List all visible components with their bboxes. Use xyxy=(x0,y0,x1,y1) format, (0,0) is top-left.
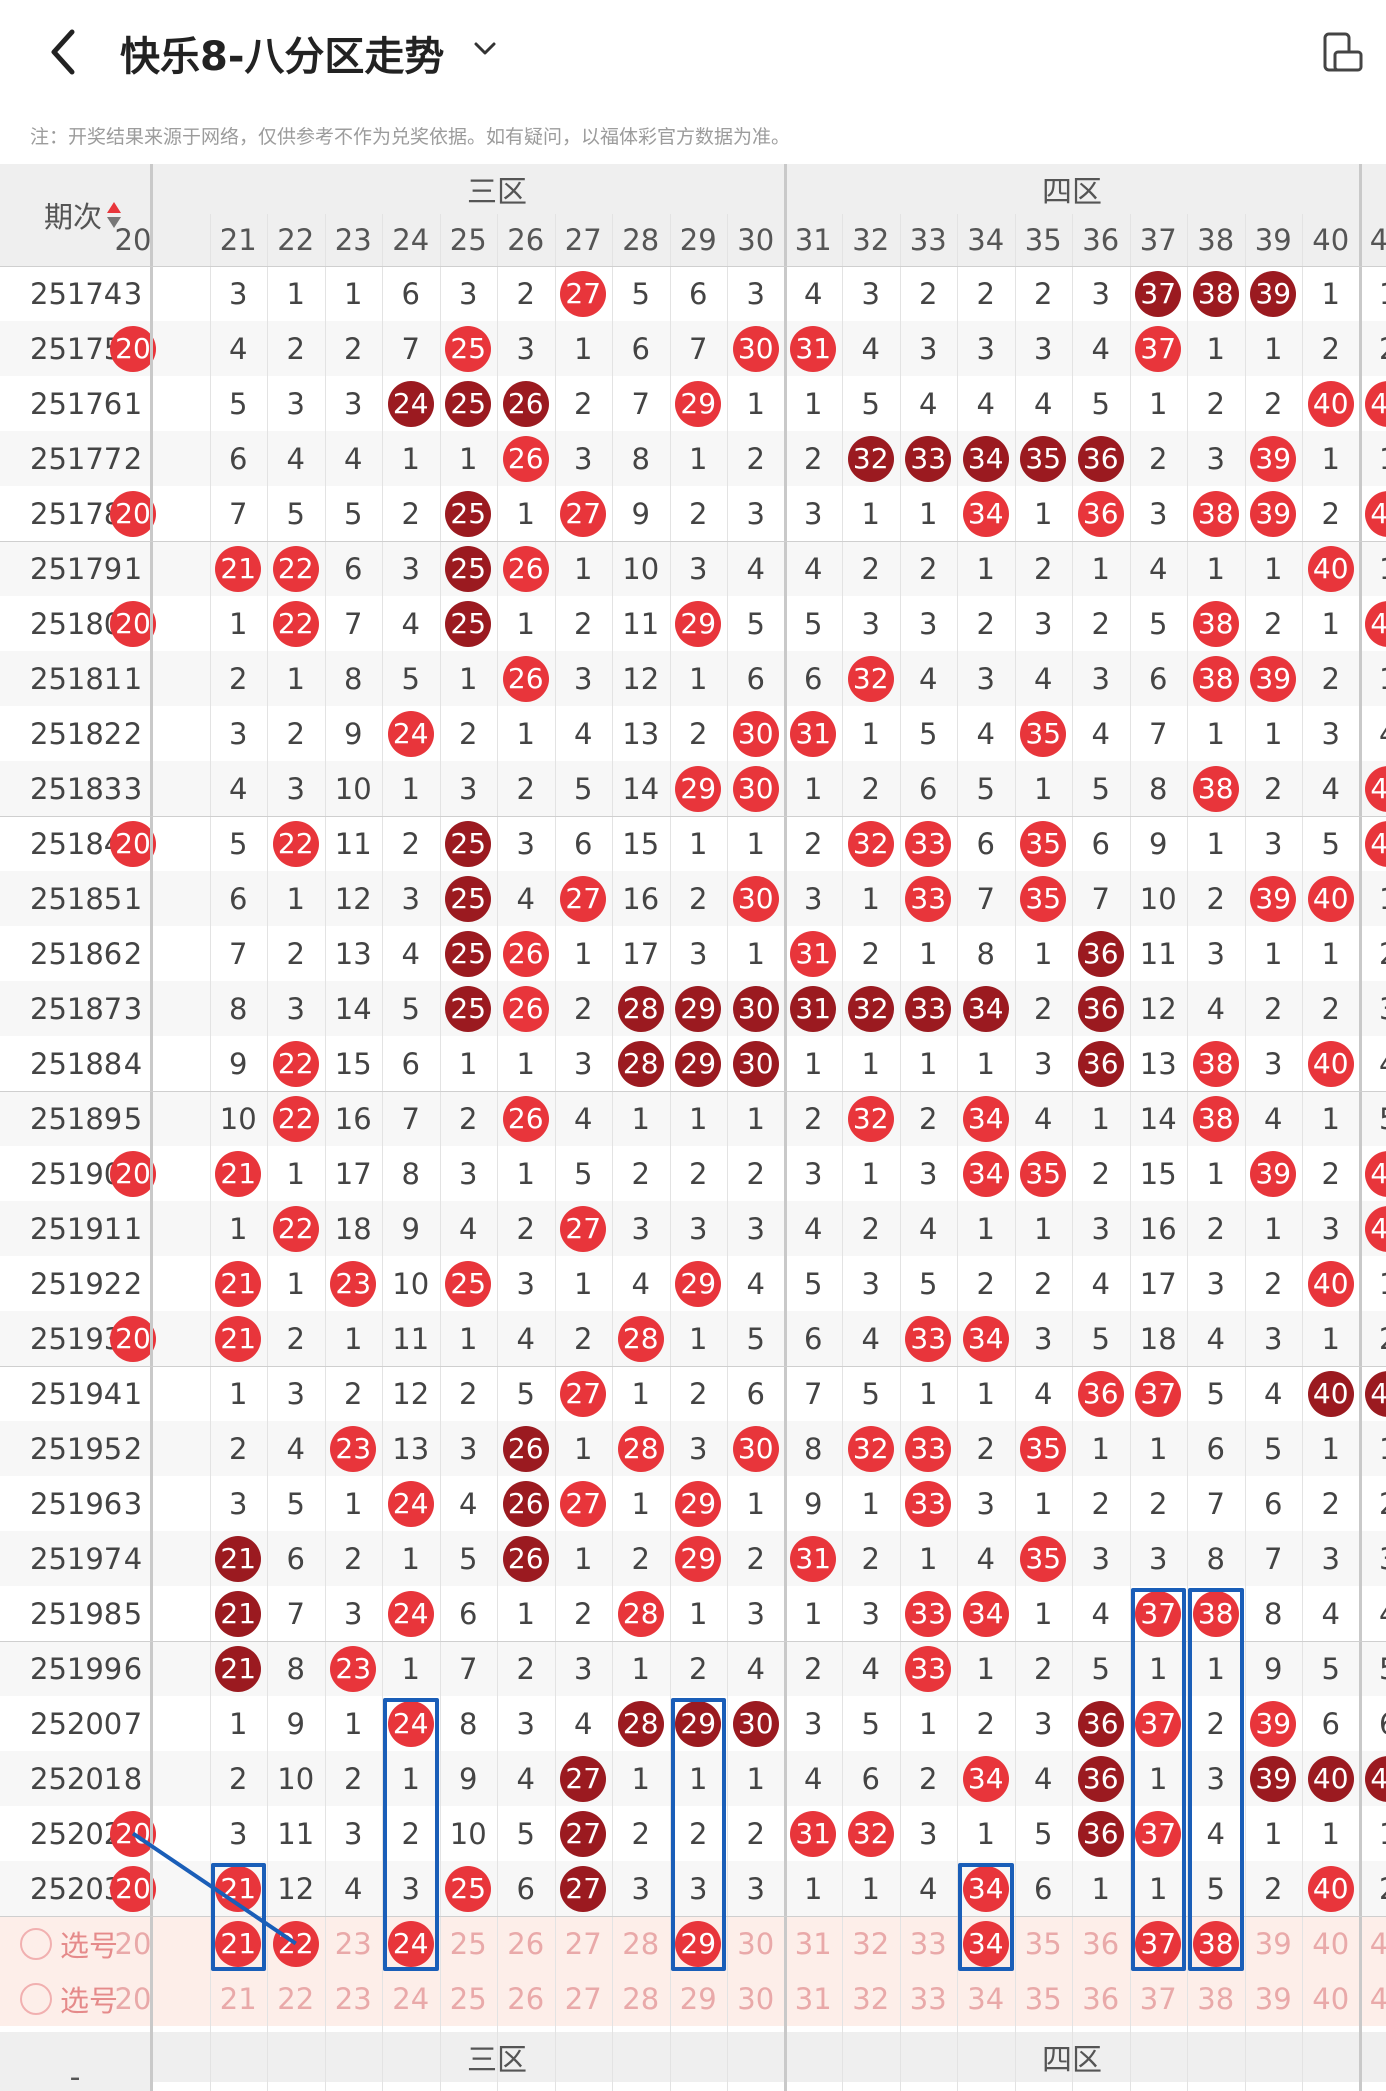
rotate-screen-icon[interactable] xyxy=(1320,30,1364,74)
trend-table: 三区 四区 期次 20 21 22 23 24 25 26 27 28 29 30 31 32 33 34 35 36… xyxy=(0,164,1386,2091)
disclaimer-notice: 注：开奖结果来源于网络，仅供参考不作为兑奖依据。如有疑问，以福体彩官方数据为准。 xyxy=(30,126,791,148)
top-bar: 快乐8-八分区走势 xyxy=(0,0,1386,110)
back-arrow-icon[interactable] xyxy=(44,22,84,82)
diagonal-link-line xyxy=(131,1831,297,1946)
chevron-down-icon[interactable] xyxy=(470,34,500,64)
page-title[interactable]: 快乐8-八分区走势 xyxy=(120,24,444,82)
